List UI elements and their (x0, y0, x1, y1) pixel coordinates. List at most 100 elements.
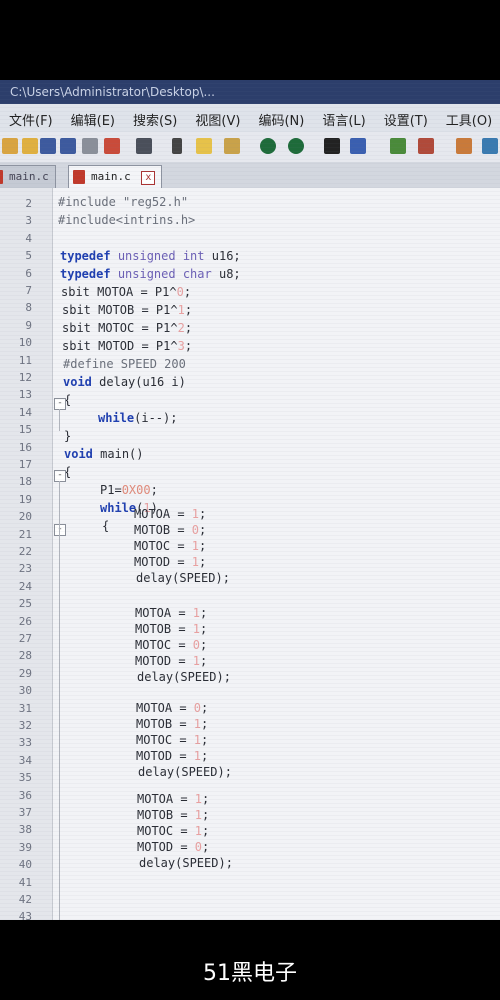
cut-icon[interactable] (172, 138, 182, 154)
window-title: C:\Users\Administrator\Desktop\... (0, 80, 500, 104)
line-number: 40 (18, 858, 32, 872)
close-tab-icon[interactable]: x (141, 171, 156, 185)
paste-icon[interactable] (224, 138, 240, 154)
line-number: 21 (18, 527, 32, 541)
zoom-out-icon[interactable] (418, 138, 434, 154)
code-editor[interactable]: 2 3 4 5 6 7 8 9 10 11 12 13 14 15 16 17 18 19 20 21 22 23 24 25… (0, 188, 500, 920)
line-number: 19 (18, 492, 32, 506)
motor-assignment-line: MOTOC = 1; (134, 539, 207, 553)
tab-label: main.c (9, 170, 49, 183)
line-number: 22 (18, 545, 32, 558)
menu-encoding[interactable]: 编码(N) (249, 104, 313, 132)
wrap-icon[interactable] (482, 138, 498, 154)
line-number: 31 (18, 701, 32, 715)
fold-guide (59, 481, 60, 920)
line-number: 29 (18, 666, 32, 680)
line-number: 7 (25, 284, 32, 297)
line-number: 28 (18, 649, 32, 663)
code-line-6: typedef unsigned char u8; (60, 267, 241, 281)
toolbar (0, 132, 500, 163)
menu-file[interactable]: 文件(F) (0, 104, 62, 132)
code-line-11: #define SPEED 200 (63, 357, 186, 371)
line-number: 20 (18, 510, 32, 524)
motor-assignment-line: MOTOD = 0; (137, 840, 210, 854)
delay-call-line: delay(SPEED); (139, 856, 233, 870)
tab-bar: main.c main.c x (0, 162, 500, 189)
save-icon[interactable] (40, 138, 56, 154)
fold-marker-20[interactable]: - (54, 524, 66, 536)
close-all-icon[interactable] (104, 138, 120, 154)
line-number: 9 (25, 318, 32, 332)
motor-assignment-line: MOTOD = 1; (134, 555, 207, 569)
line-number: 39 (18, 840, 32, 854)
print-icon[interactable] (136, 138, 152, 154)
zoom-in-icon[interactable] (390, 138, 406, 154)
line-number: 8 (25, 301, 32, 315)
menu-search[interactable]: 搜索(S) (124, 104, 186, 132)
copy-icon[interactable] (196, 138, 212, 154)
sync-scroll-icon[interactable] (456, 138, 472, 154)
menu-tools[interactable]: 工具(O) (437, 104, 500, 132)
motor-assignment-line: MOTOD = 1; (135, 654, 208, 668)
delay-call-line: delay(SPEED); (137, 670, 231, 684)
tab-label: main.c (91, 170, 131, 183)
code-line-15: } (64, 429, 72, 443)
line-number: 26 (18, 614, 32, 628)
file-icon (73, 170, 85, 184)
tab-main-c-2[interactable]: main.c x (68, 165, 163, 188)
fold-marker-17[interactable]: - (54, 470, 66, 482)
save-all-icon[interactable] (60, 138, 76, 154)
code-line-2: #include "reg52.h" (58, 195, 189, 209)
code-line-8: sbit MOTOB = P1^1; (62, 303, 193, 317)
line-number: 3 (25, 214, 32, 228)
line-number: 10 (18, 336, 32, 350)
line-number: 17 (18, 458, 32, 471)
line-number: 35 (18, 771, 32, 785)
code-line-20: { (102, 519, 110, 533)
close-file-icon[interactable] (82, 138, 98, 154)
menu-settings[interactable]: 设置(T) (375, 104, 437, 132)
line-number: 32 (18, 719, 32, 732)
monitor-photo: C:\Users\Administrator\Desktop\... 文件(F)… (0, 80, 500, 920)
fold-guide (59, 409, 60, 431)
code-line-9: sbit MOTOC = P1^2; (62, 321, 193, 335)
line-number: 43 (18, 910, 32, 920)
menu-language[interactable]: 语言(L) (313, 104, 374, 132)
motor-assignment-line: MOTOD = 1; (136, 749, 209, 763)
menu-edit[interactable]: 编辑(E) (62, 104, 124, 132)
find-icon[interactable] (324, 138, 340, 154)
line-number: 14 (18, 405, 32, 419)
delay-call-line: delay(SPEED); (138, 765, 232, 779)
motor-assignment-line: MOTOB = 1; (136, 717, 209, 731)
code-line-16: void main() (64, 447, 144, 461)
line-number: 12 (18, 371, 32, 384)
motor-assignment-line: MOTOC = 1; (136, 733, 209, 747)
code-line-18: P1=0X00; (100, 483, 158, 497)
line-number: 42 (18, 893, 32, 906)
motor-assignment-line: MOTOA = 1; (134, 507, 207, 521)
motor-assignment-line: MOTOA = 1; (135, 606, 208, 620)
fold-marker-13[interactable]: - (54, 398, 66, 410)
line-number: 25 (18, 597, 32, 611)
code-line-3: #include<intrins.h> (58, 213, 196, 227)
tab-main-c-1[interactable]: main.c (0, 165, 56, 188)
menu-view[interactable]: 视图(V) (186, 104, 249, 132)
code-line-12: void delay(u16 i) (63, 375, 186, 389)
line-number: 24 (18, 579, 32, 593)
line-number: 38 (18, 823, 32, 837)
line-number: 11 (18, 353, 32, 367)
undo-icon[interactable] (260, 138, 276, 154)
line-number: 16 (18, 440, 32, 454)
line-number: 27 (18, 632, 32, 645)
line-number: 13 (18, 388, 32, 402)
replace-icon[interactable] (350, 138, 366, 154)
code-line-10: sbit MOTOD = P1^3; (62, 339, 193, 353)
new-file-icon[interactable] (2, 138, 18, 154)
open-file-icon[interactable] (22, 138, 38, 154)
watermark-caption: 51黑电子 (203, 961, 297, 986)
redo-icon[interactable] (288, 138, 304, 154)
line-number: 36 (18, 788, 32, 802)
motor-assignment-line: MOTOC = 0; (135, 638, 208, 652)
motor-assignment-line: MOTOA = 0; (136, 701, 209, 715)
motor-assignment-line: MOTOC = 1; (137, 824, 210, 838)
